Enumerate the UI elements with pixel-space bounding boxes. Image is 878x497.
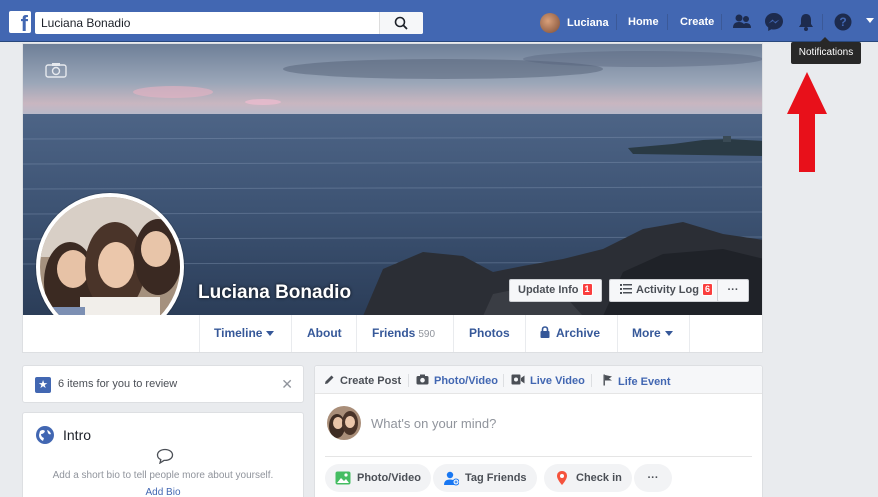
tab-timeline[interactable]: Timeline — [214, 315, 275, 352]
flag-icon — [603, 374, 612, 386]
tab-more[interactable]: More — [632, 315, 673, 352]
nav-user-name: Luciana — [567, 17, 609, 29]
tab-archive[interactable]: Archive — [540, 315, 600, 352]
composer-divider-line — [325, 456, 752, 457]
activity-log-label: Activity Log — [636, 284, 699, 296]
photo-video-label: Photo/Video — [434, 375, 498, 387]
post-composer: Create Post Photo/Video Live Video Life … — [314, 365, 763, 497]
avatar — [327, 406, 361, 440]
tag-friends-button[interactable]: Tag Friends — [433, 464, 537, 492]
composer-divider — [408, 374, 409, 387]
composer-divider — [503, 374, 504, 387]
red-arrow-annotation — [787, 72, 827, 172]
location-pin-icon — [557, 471, 567, 485]
more-dots-icon: ··· — [727, 284, 739, 296]
chevron-down-icon — [664, 331, 673, 336]
facebook-logo-icon[interactable]: f — [9, 11, 31, 33]
help-icon[interactable]: ? — [832, 11, 854, 33]
activity-log-badge: 6 — [701, 283, 713, 296]
composer-header: Create Post Photo/Video Live Video Life … — [315, 366, 762, 394]
update-info-badge: 1 — [581, 283, 593, 296]
profile-name[interactable]: Luciana Bonadio — [198, 282, 351, 304]
live-video-label: Live Video — [530, 375, 585, 387]
composer-divider — [591, 374, 592, 387]
speech-bubble-icon — [156, 448, 174, 464]
search-button[interactable] — [379, 12, 423, 34]
lock-icon — [540, 326, 550, 338]
account-menu-caret-icon[interactable] — [866, 18, 874, 23]
video-camera-icon — [511, 374, 525, 385]
photo-video-button-label: Photo/Video — [357, 472, 421, 484]
review-items-text: 6 items for you to review — [58, 378, 178, 390]
tab-about[interactable]: About — [307, 315, 342, 352]
tab-friends-label: Friends — [372, 326, 416, 340]
life-event-label: Life Event — [618, 376, 671, 388]
chevron-down-icon — [266, 331, 275, 336]
notifications-tooltip: Notifications — [791, 37, 861, 64]
intro-title: Intro — [63, 427, 92, 443]
globe-icon — [36, 426, 54, 444]
close-icon[interactable]: ✕ — [281, 376, 293, 393]
tab-divider — [617, 315, 618, 352]
camera-icon[interactable] — [45, 62, 67, 78]
whats-on-your-mind-input[interactable]: What's on your mind? — [371, 416, 496, 431]
photo-video-tab[interactable]: Photo/Video — [416, 374, 498, 387]
tag-friends-label: Tag Friends — [465, 472, 527, 484]
add-bio-link[interactable]: Add Bio — [23, 487, 303, 497]
list-icon — [620, 284, 632, 294]
tab-divider — [453, 315, 454, 352]
photo-icon — [335, 471, 351, 485]
tab-timeline-label: Timeline — [214, 326, 263, 340]
tab-photos-label: Photos — [469, 326, 510, 340]
friend-requests-icon[interactable] — [731, 11, 753, 33]
update-info-button[interactable]: Update Info 1 — [509, 279, 602, 302]
nav-divider — [822, 14, 823, 30]
create-post-label: Create Post — [340, 375, 402, 387]
intro-box: Intro Add a short bio to tell people mor… — [22, 412, 304, 497]
home-link[interactable]: Home — [628, 16, 659, 28]
check-in-button[interactable]: Check in — [544, 464, 632, 492]
avatar — [540, 13, 560, 33]
search-box — [35, 12, 423, 34]
tab-divider — [356, 315, 357, 352]
nav-profile-link[interactable]: Luciana — [540, 13, 609, 33]
profile-tabs: Timeline About Friends 590 Photos Archive… — [22, 315, 763, 353]
tab-divider — [525, 315, 526, 352]
activity-log-button[interactable]: Activity Log 6 — [609, 279, 722, 302]
check-in-label: Check in — [576, 472, 622, 484]
tab-divider — [291, 315, 292, 352]
tab-more-label: More — [632, 326, 661, 340]
svg-text:?: ? — [839, 15, 846, 29]
tag-friends-icon — [444, 471, 459, 486]
cover-more-button[interactable]: ··· — [717, 279, 749, 302]
review-items-box[interactable]: ★ 6 items for you to review ✕ — [22, 365, 304, 403]
tab-divider — [689, 315, 690, 352]
photo-video-button[interactable]: Photo/Video — [325, 464, 431, 492]
more-dots-icon: ··· — [647, 472, 659, 484]
create-link[interactable]: Create — [680, 16, 714, 28]
pencil-icon — [325, 375, 334, 384]
intro-description: Add a short bio to tell people more abou… — [52, 470, 274, 481]
search-input[interactable] — [41, 14, 381, 32]
search-icon — [394, 16, 408, 30]
create-post-tab[interactable]: Create Post — [324, 374, 401, 387]
live-video-tab[interactable]: Live Video — [511, 374, 585, 387]
friends-count: 590 — [418, 329, 436, 340]
camera-icon — [416, 374, 429, 385]
nav-divider — [721, 14, 722, 30]
top-navigation-bar: f Luciana Home Create ? — [0, 0, 878, 42]
life-event-tab[interactable]: Life Event — [603, 374, 671, 388]
star-icon: ★ — [35, 377, 51, 393]
tab-divider — [199, 315, 200, 352]
nav-divider — [667, 14, 668, 30]
tab-archive-label: Archive — [556, 326, 601, 340]
nav-divider — [616, 14, 617, 30]
update-info-label: Update Info — [518, 284, 579, 296]
tab-friends[interactable]: Friends 590 — [372, 315, 435, 352]
tab-about-label: About — [307, 326, 342, 340]
messenger-icon[interactable] — [763, 11, 785, 33]
composer-more-button[interactable]: ··· — [634, 464, 672, 492]
tab-photos[interactable]: Photos — [469, 315, 510, 352]
notifications-bell-icon[interactable] — [795, 11, 817, 33]
